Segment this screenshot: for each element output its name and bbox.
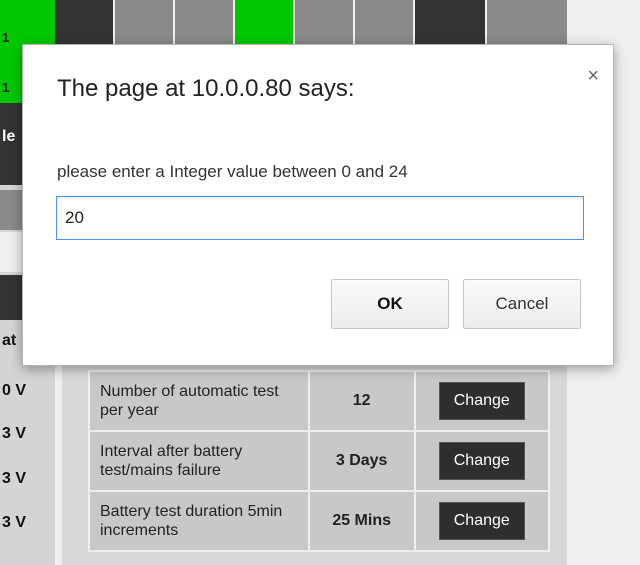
close-icon[interactable]: ×: [587, 65, 599, 88]
setting-value: 25 Mins: [307, 490, 416, 552]
table-row: Number of automatic test per year 12 Cha…: [88, 370, 551, 432]
top-label-1: 1: [2, 30, 10, 45]
change-button[interactable]: Change: [438, 502, 525, 540]
setting-description: Battery test duration 5min increments: [88, 490, 310, 552]
prompt-input[interactable]: [56, 196, 584, 240]
left-value-1: 0 V: [2, 382, 27, 399]
settings-table: Number of automatic test per year 12 Cha…: [88, 370, 551, 552]
dialog-title: The page at 10.0.0.80 says:: [57, 75, 355, 102]
left-value-3: 3 V: [2, 470, 27, 487]
ok-button[interactable]: OK: [331, 279, 449, 329]
setting-value: 12: [307, 370, 416, 432]
cancel-button[interactable]: Cancel: [463, 279, 581, 329]
setting-description: Number of automatic test per year: [88, 370, 310, 432]
table-row: Battery test duration 5min increments 25…: [88, 490, 551, 552]
dialog-message: please enter a Integer value between 0 a…: [57, 162, 408, 181]
left-value-2: 3 V: [2, 425, 27, 442]
setting-value: 3 Days: [307, 430, 416, 492]
change-button[interactable]: Change: [438, 382, 525, 420]
setting-description: Interval after battery test/mains failur…: [88, 430, 310, 492]
change-button[interactable]: Change: [438, 442, 525, 480]
prompt-dialog: The page at 10.0.0.80 says: × please ent…: [22, 44, 614, 366]
left-value-4: 3 V: [2, 514, 27, 531]
table-row: Interval after battery test/mains failur…: [88, 430, 551, 492]
